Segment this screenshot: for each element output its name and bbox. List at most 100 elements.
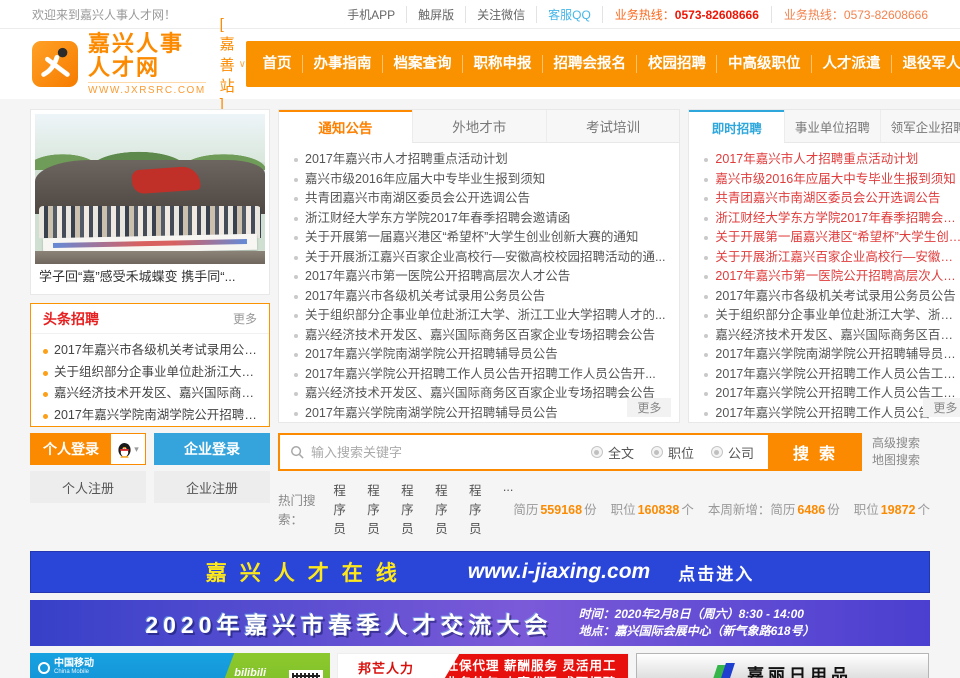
company-register-button[interactable]: 企业注册	[154, 471, 270, 503]
headline-recruit-box: 头条招聘 更多 2017年嘉兴市各级机关考试录用公务...关于组织部分企事业单位…	[30, 303, 270, 427]
news-item[interactable]: 2017年嘉兴市人才招聘重点活动计划	[293, 150, 669, 170]
topbar-link[interactable]: 客服QQ	[537, 6, 603, 23]
headline-item[interactable]: 2017年嘉兴学院南湖学院公开招聘辅...	[41, 405, 259, 427]
topbar-link[interactable]: 触屏版	[407, 6, 466, 23]
hot-search-term[interactable]: 程序员	[435, 480, 460, 537]
nav-item[interactable]: 首页	[252, 55, 302, 73]
news-item[interactable]: 2017年嘉兴学院公开招聘工作人员公告开招聘工作人员公告开...	[293, 365, 669, 385]
news-item[interactable]: 2017年嘉兴市第一医院公开招聘高层次人才公告	[703, 267, 960, 287]
map-search-link[interactable]: 地图搜索	[872, 452, 930, 469]
brand-name-cn: 中国移动	[54, 659, 94, 669]
login-area: 个人登录 ▾ 企业登录 个人注册 企业注册	[30, 433, 270, 537]
notice-more-link[interactable]: 更多	[627, 398, 671, 417]
hot-search-term[interactable]: 程序员	[401, 480, 426, 537]
hot-search-term[interactable]: 程序员	[469, 480, 494, 537]
search-scope-radio[interactable]: 公司	[711, 443, 754, 462]
search-bar: 全文职位 公司 搜索	[278, 433, 862, 471]
news-item[interactable]: 关于组织部分企事业单位赴浙江大学、浙江工业大...	[703, 306, 960, 326]
stat-label: 简历	[513, 503, 538, 517]
hot-search-term[interactable]: 程序员	[367, 480, 392, 537]
headline-item[interactable]: 嘉兴经济技术开发区、嘉兴国际商务...	[41, 383, 259, 405]
photo-card[interactable]: 学子回“嘉”感受禾城蝶变 携手同“...	[30, 109, 270, 295]
radio-icon	[711, 446, 723, 458]
news-item[interactable]: 关于开展浙江嘉兴百家企业高校行—安徽高校校园...	[703, 248, 960, 268]
qq-login-button[interactable]: ▾	[111, 434, 145, 464]
stat-value: 19872	[881, 503, 916, 517]
news-item[interactable]: 2017年嘉兴市各级机关考试录用公务员公告	[703, 287, 960, 307]
topbar-link[interactable]: 手机APP	[336, 6, 407, 23]
ad-china-mobile[interactable]: 中国移动 China Mobile 移动花卡 bilibili 季度会员	[30, 653, 330, 678]
news-item[interactable]: 嘉兴经济技术开发区、嘉兴国际商务区百家企业专场招聘会公告	[293, 384, 669, 404]
station-selector[interactable]: [ 嘉善站 ] ∨	[220, 16, 246, 113]
recruit-more-link[interactable]: 更多	[923, 398, 960, 417]
nav-item[interactable]: 招聘会报名	[542, 55, 637, 73]
nav-item[interactable]: 校园招聘	[636, 55, 716, 73]
ad-bangmang-hr[interactable]: 邦芒人力 50bm.com 社保代理 薪酬服务 灵活用工 业务外包 人事代理 求…	[337, 653, 629, 678]
nav-item[interactable]: 档案查询	[382, 55, 462, 73]
news-item[interactable]: 嘉兴经济技术开发区、嘉兴国际商务区百家企业专...	[703, 326, 960, 346]
news-item[interactable]: 共青团嘉兴市南湖区委员会公开选调公告	[703, 189, 960, 209]
news-item[interactable]: 浙江财经大学东方学院2017年春季招聘会邀请函	[703, 209, 960, 229]
search-scope-radio[interactable]: 全文	[591, 443, 634, 462]
hot-search-row: 热门搜索： 程序员程序员程序员程序员程序员... 简历559168份职位1608…	[278, 480, 930, 537]
news-item[interactable]: 2017年嘉兴学院公开招聘工作人员公告工作人员...	[703, 384, 960, 404]
banner-jiaxing-talent-online[interactable]: 嘉兴人才在线 www.i-jiaxing.com 点击进入	[30, 551, 930, 593]
hot-search-term[interactable]: ...	[503, 480, 513, 537]
ads-middle-column: 邦芒人力 50bm.com 社保代理 薪酬服务 灵活用工 业务外包 人事代理 求…	[337, 653, 629, 678]
hotline-number: 0573-82608666	[844, 8, 928, 22]
news-item[interactable]: 2017年嘉兴市各级机关考试录用公务员公告	[293, 287, 669, 307]
news-item[interactable]: 2017年嘉兴学院南湖学院公开招聘辅导员公告	[703, 345, 960, 365]
search-scope-radio[interactable]: 职位	[651, 443, 694, 462]
recruit-tab[interactable]: 领军企业招聘	[880, 110, 960, 143]
scope-label: 公司	[728, 443, 754, 462]
banner-spring-job-fair[interactable]: 2020年嘉兴市春季人才交流大会 时间：2020年2月8日（周六）8:30 - …	[30, 600, 930, 646]
bangmang-name: 邦芒人力	[358, 658, 414, 677]
news-item[interactable]: 2017年嘉兴学院南湖学院公开招聘辅导员公告	[293, 404, 669, 424]
nav-item[interactable]: 人才派遣	[811, 55, 891, 73]
nav-item[interactable]: 中高级职位	[716, 55, 811, 73]
nav-item[interactable]: 办事指南	[302, 55, 382, 73]
headline-item[interactable]: 2017年嘉兴市各级机关考试录用公务...	[41, 340, 259, 362]
hotline-secondary: 业务热线：0573-82608666	[784, 6, 928, 23]
news-item[interactable]: 嘉兴市级2016年应届大中专毕业生报到须知	[293, 170, 669, 190]
search-scope-group: 全文职位 公司	[591, 443, 754, 462]
topbar-link[interactable]: 关注微信	[466, 6, 537, 23]
ad-jiali-daily-goods[interactable]: JALY 嘉丽日用品	[636, 653, 929, 678]
qq-penguin-icon	[117, 441, 132, 458]
nav-item[interactable]: 退役军人招聘	[891, 55, 960, 73]
bangmang-brand: 邦芒人力 50bm.com	[338, 654, 434, 678]
notice-tab[interactable]: 考试培训	[546, 110, 680, 143]
search-button[interactable]: 搜索	[768, 435, 860, 469]
headline-item[interactable]: 关于组织部分企事业单位赴浙江大学...	[41, 362, 259, 384]
news-item[interactable]: 2017年嘉兴市第一医院公开招聘高层次人才公告	[293, 267, 669, 287]
headline-more-link[interactable]: 更多	[233, 310, 257, 327]
news-item[interactable]: 嘉兴经济技术开发区、嘉兴国际商务区百家企业专场招聘会公告	[293, 326, 669, 346]
search-row: 全文职位 公司 搜索 高级搜索 地图搜索	[278, 433, 930, 471]
hot-search-term[interactable]: 程序员	[333, 480, 358, 537]
search-input[interactable]	[311, 437, 591, 467]
ads-right-column: JALY 嘉丽日用品	[636, 653, 929, 678]
news-item[interactable]: 2017年嘉兴学院公开招聘工作人员公告工作人员...	[703, 365, 960, 385]
notice-tab[interactable]: 通知公告	[279, 110, 412, 143]
advanced-search-link[interactable]: 高级搜索	[872, 435, 930, 452]
site-url: WWW.JXRSRC.COM	[88, 82, 206, 96]
news-item[interactable]: 关于开展浙江嘉兴百家企业高校行—安徽高校校园招聘活动的通...	[293, 248, 669, 268]
news-item[interactable]: 嘉兴市级2016年应届大中专毕业生报到须知	[703, 170, 960, 190]
news-item[interactable]: 2017年嘉兴学院公开招聘工作人员公告工作...	[703, 404, 960, 424]
site-logo-icon[interactable]	[32, 41, 78, 87]
news-item[interactable]: 浙江财经大学东方学院2017年春季招聘会邀请函	[293, 209, 669, 229]
news-item[interactable]: 2017年嘉兴学院南湖学院公开招聘辅导员公告	[293, 345, 669, 365]
personal-register-button[interactable]: 个人注册	[30, 471, 146, 503]
recruit-tab[interactable]: 即时招聘	[689, 110, 784, 143]
photo-caption[interactable]: 学子回“嘉”感受禾城蝶变 携手同“...	[35, 264, 265, 290]
nav-item[interactable]: 职称申报	[462, 55, 542, 73]
news-item[interactable]: 关于开展第一届嘉兴港区“希望杯”大学生创业创新大赛的通知	[293, 228, 669, 248]
recruit-tab[interactable]: 事业单位招聘	[784, 110, 880, 143]
news-item[interactable]: 共青团嘉兴市南湖区委员会公开选调公告	[293, 189, 669, 209]
news-item[interactable]: 关于组织部分企事业单位赴浙江大学、浙江工业大学招聘人才的...	[293, 306, 669, 326]
company-login-button[interactable]: 企业登录	[154, 433, 270, 465]
news-item[interactable]: 2017年嘉兴市人才招聘重点活动计划	[703, 150, 960, 170]
news-item[interactable]: 关于开展第一届嘉兴港区“希望杯”大学生创业创...	[703, 228, 960, 248]
personal-login-button[interactable]: 个人登录	[31, 434, 111, 464]
notice-tab[interactable]: 外地才市	[412, 110, 546, 143]
